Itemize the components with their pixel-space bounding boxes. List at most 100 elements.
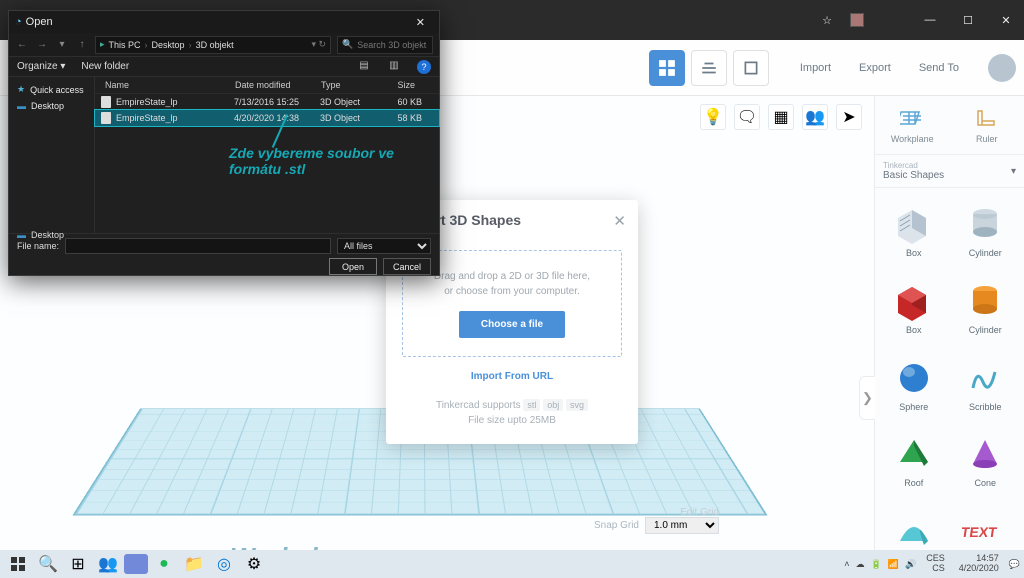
start-icon[interactable] [4, 552, 32, 576]
ruler-tool[interactable]: Ruler [950, 96, 1024, 154]
choose-file-button[interactable]: Choose a file [459, 311, 565, 338]
shape-roof[interactable]: Roof [881, 424, 947, 495]
close-icon[interactable]: ✕ [613, 212, 626, 230]
import-url-link[interactable]: Import From URL [402, 371, 622, 382]
task-teams[interactable]: 👥 [94, 552, 122, 576]
shape-box-striped[interactable]: Box [881, 194, 947, 265]
people-icon[interactable]: 👥 [802, 104, 828, 130]
profile-thumb[interactable] [850, 13, 864, 27]
send-icon[interactable]: ➤ [836, 104, 862, 130]
export-button[interactable]: Export [848, 57, 902, 79]
shapes-grid: Box Cylinder Box Cylinder Sphere Scribbl… [875, 188, 1024, 578]
import-button[interactable]: Import [789, 57, 842, 79]
dialog-close-icon[interactable]: ✕ [408, 16, 433, 29]
shape-category-select[interactable]: TinkercadBasic Shapes ▾ [875, 155, 1024, 188]
panel-collapse[interactable]: ❯ [859, 376, 875, 420]
cube-icon[interactable]: ▦ [768, 104, 794, 130]
list-header[interactable]: Name Date modified Type Size [95, 77, 439, 94]
task-spotify[interactable]: ● [150, 552, 178, 576]
snap-grid: Snap Grid 1.0 mm [594, 517, 719, 534]
task-explorer[interactable]: 📁 [180, 552, 208, 576]
star-icon[interactable]: ☆ [822, 14, 832, 27]
file-row-selected[interactable]: EmpireState_lp 4/20/2020 14:38 3D Object… [95, 110, 439, 126]
address-bar[interactable]: ▸ This PC› Desktop› 3D objekt ▾ ↻ [95, 36, 331, 54]
open-dialog: ◔ Open ✕ ← → ▾ ↑ ▸ This PC› Desktop› 3D … [8, 10, 440, 276]
new-folder[interactable]: New folder [81, 61, 129, 72]
shape-box-red[interactable]: Box [881, 271, 947, 342]
tray-battery-icon[interactable]: 🔋 [871, 559, 882, 570]
search-icon: 🔍 [342, 39, 353, 50]
file-row[interactable]: EmpireState_lp 7/13/2016 15:25 3D Object… [95, 94, 439, 110]
grid-view-icon[interactable] [649, 50, 685, 86]
organize-menu[interactable]: Organize ▾ [17, 61, 65, 72]
win-min[interactable]: — [920, 14, 940, 26]
dialog-footer: File name: All files Open Cancel [9, 233, 439, 275]
fwd-icon[interactable]: → [35, 39, 49, 50]
sidebar-desktop-lower[interactable]: ▬Desktop [9, 227, 72, 243]
search-input[interactable]: 🔍 Search 3D objekt [337, 36, 433, 54]
shape-cylinder-orange[interactable]: Cylinder [953, 271, 1019, 342]
desktop-icon: ▬ [17, 101, 26, 111]
win-max[interactable]: ☐ [958, 14, 978, 27]
avatar-icon[interactable] [988, 54, 1016, 82]
tray-cloud-icon[interactable]: ☁ [856, 559, 865, 570]
search-icon[interactable]: 🔍 [34, 552, 62, 576]
snap-select[interactable]: 1.0 mm [645, 517, 719, 534]
bulb-icon[interactable]: 💡 [700, 104, 726, 130]
workplane-tool[interactable]: Workplane [875, 96, 950, 154]
blocks-icon[interactable] [733, 50, 769, 86]
win-close[interactable]: ✕ [996, 14, 1016, 27]
tray-clock[interactable]: 14:574/20/2020 [955, 554, 1003, 574]
up-icon[interactable]: ↑ [75, 39, 89, 50]
note-icon[interactable]: 🗨 [734, 104, 760, 130]
file-icon [101, 96, 111, 108]
svg-text:TEXT: TEXT [962, 524, 998, 540]
systray[interactable]: ˄ ☁ 🔋 📶 🔊 CESCS 14:574/20/2020 💬 [844, 554, 1020, 574]
shape-cylinder-striped[interactable]: Cylinder [953, 194, 1019, 265]
desktop-icon: ▬ [17, 230, 26, 240]
canvas-toolbar: 💡 🗨 ▦ 👥 ➤ [700, 104, 862, 130]
tray-vol-icon[interactable]: 🔊 [905, 559, 916, 570]
supports-text: Tinkercad supports stl obj svg File size… [402, 400, 622, 426]
size-text: File size upto 25MB [402, 415, 622, 426]
taskbar: 🔍 ⊞ 👥 ● 📁 ◎ ⚙ ˄ ☁ 🔋 📶 🔊 CESCS 14:574/20/… [0, 550, 1024, 578]
bricks-icon[interactable] [691, 50, 727, 86]
view-icon[interactable]: ▤ [357, 60, 371, 74]
shape-scribble[interactable]: Scribble [953, 348, 1019, 419]
dialog-commandbar: Organize ▾ New folder ▤ ▥ ? [9, 57, 439, 77]
chevron-down-icon: ▾ [1011, 166, 1016, 177]
task-edge[interactable]: ◎ [210, 552, 238, 576]
task-discord[interactable] [124, 554, 148, 574]
task-settings[interactable]: ⚙ [240, 552, 268, 576]
taskview-icon[interactable]: ⊞ [64, 552, 92, 576]
tray-up-icon[interactable]: ˄ [844, 559, 849, 569]
back-icon[interactable]: ← [15, 39, 29, 50]
quick-access[interactable]: ★Quick access [9, 81, 94, 98]
star-icon: ★ [17, 84, 25, 95]
file-icon [101, 112, 111, 124]
cancel-button[interactable]: Cancel [383, 258, 431, 275]
filename-input[interactable] [65, 238, 331, 254]
annotation-text: Zde vybereme soubor ve formátu .stl [229, 145, 439, 177]
sendto-button[interactable]: Send To [908, 57, 970, 79]
history-icon[interactable]: ▾ [55, 39, 69, 50]
drop-text2: or choose from your computer. [411, 284, 613, 299]
drop-text1: Drag and drop a 2D or 3D file here, [411, 269, 613, 284]
tray-wifi-icon[interactable]: 📶 [888, 559, 899, 570]
open-button[interactable]: Open [329, 258, 377, 275]
help-icon[interactable]: ? [417, 60, 431, 74]
dialog-titlebar[interactable]: ◔ Open ✕ [9, 11, 439, 33]
tray-lang[interactable]: CESCS [922, 554, 949, 574]
shape-sphere[interactable]: Sphere [881, 348, 947, 419]
app-icon: ◔ [15, 16, 22, 28]
shape-cone[interactable]: Cone [953, 424, 1019, 495]
shapes-panel: ❯ Workplane Ruler TinkercadBasic Shapes … [874, 96, 1024, 578]
tray-notif-icon[interactable]: 💬 [1009, 559, 1020, 570]
dialog-nav: ← → ▾ ↑ ▸ This PC› Desktop› 3D objekt ▾ … [9, 33, 439, 57]
filter-select[interactable]: All files [337, 238, 431, 254]
dialog-title: Open [26, 16, 53, 28]
sidebar-desktop[interactable]: ▬Desktop [9, 98, 94, 114]
dialog-sidebar: ★Quick access ▬Desktop [9, 77, 95, 233]
preview-icon[interactable]: ▥ [387, 60, 401, 74]
snap-label: Snap Grid [594, 520, 639, 531]
